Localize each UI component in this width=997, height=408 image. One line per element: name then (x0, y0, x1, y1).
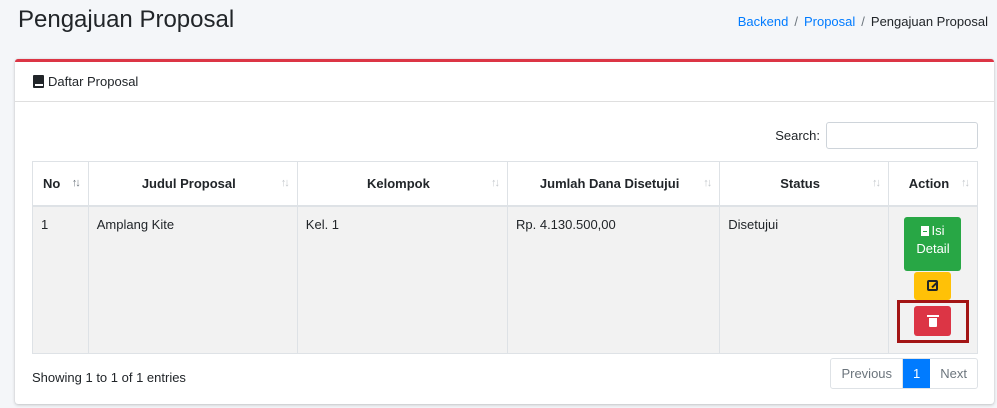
sort-icon: ↑↓ (491, 177, 500, 189)
pagination-previous[interactable]: Previous (831, 359, 904, 388)
table-info: Showing 1 to 1 of 1 entries (32, 370, 186, 385)
sort-icon: ↑↓ (71, 177, 81, 189)
cell-judul: Amplang Kite (87, 205, 298, 354)
highlight-box (896, 299, 969, 343)
column-header-label: Judul Proposal (141, 175, 236, 191)
column-header-judul[interactable]: Judul Proposal ↑↓ (87, 161, 298, 207)
edit-button[interactable] (914, 271, 952, 300)
pagination-next[interactable]: Next (930, 359, 977, 388)
cell-status: Disetujui (719, 205, 889, 354)
column-header-label: Action (908, 175, 950, 191)
edit-icon (927, 280, 939, 291)
pagination-page-1[interactable]: 1 (903, 359, 931, 388)
sort-icon: ↑↓ (703, 177, 712, 189)
page-title: Pengajuan Proposal (18, 6, 235, 33)
search-row: Search: (775, 122, 978, 149)
proposal-table: No ↑↓ Judul Proposal ↑↓ Kelompok ↑↓ Jumlah … (32, 161, 979, 354)
column-header-label: Jumlah Dana Disetujui (539, 175, 680, 191)
column-header-no[interactable]: No ↑↓ (32, 161, 89, 207)
pagination: Previous 1 Next (830, 358, 978, 389)
breadcrumb-separator: / (861, 14, 865, 29)
breadcrumb-current: Pengajuan Proposal (870, 14, 988, 29)
column-header-action[interactable]: Action ↑↓ (887, 161, 979, 207)
column-header-label: Kelompok (366, 175, 430, 191)
column-header-label: Status (780, 175, 820, 191)
cell-kelompok: Kel. 1 (296, 205, 509, 354)
search-input[interactable] (826, 122, 978, 149)
detail-label-line1: Isi (931, 222, 945, 238)
table-row: 1 Amplang Kite Kel. 1 Rp. 4.130.500,00 D… (32, 205, 979, 354)
cell-no: 1 (32, 205, 89, 354)
book-icon (33, 75, 44, 88)
column-header-dana[interactable]: Jumlah Dana Disetujui ↑↓ (506, 161, 721, 207)
table-header-row: No ↑↓ Judul Proposal ↑↓ Kelompok ↑↓ Jumlah … (32, 161, 979, 207)
cell-action: Isi Detail (887, 205, 979, 354)
sort-icon: ↑↓ (280, 177, 290, 189)
breadcrumb-proposal-link[interactable]: Proposal (804, 14, 855, 29)
column-header-kelompok[interactable]: Kelompok ↑↓ (296, 161, 509, 207)
column-header-status[interactable]: Status ↑↓ (719, 161, 889, 207)
sort-icon: ↑↓ (871, 177, 881, 189)
trash-icon (926, 315, 939, 327)
cell-dana: Rp. 4.130.500,00 (506, 205, 721, 354)
proposal-card: Daftar Proposal Search: No ↑↓ Judul Propo… (15, 59, 994, 404)
sort-icon: ↑↓ (961, 177, 970, 189)
search-label: Search: (775, 128, 820, 143)
breadcrumb-backend-link[interactable]: Backend (738, 14, 789, 29)
column-header-label: No (43, 175, 61, 191)
delete-button[interactable] (914, 306, 952, 336)
detail-button[interactable]: Isi Detail (904, 216, 962, 271)
breadcrumb-separator: / (794, 14, 798, 29)
breadcrumb: Backend / Proposal / Pengajuan Proposal (738, 14, 988, 29)
detail-label-line2: Detail (916, 240, 950, 256)
card-header: Daftar Proposal (15, 62, 994, 102)
card-title: Daftar Proposal (48, 74, 139, 89)
file-icon (921, 225, 930, 236)
